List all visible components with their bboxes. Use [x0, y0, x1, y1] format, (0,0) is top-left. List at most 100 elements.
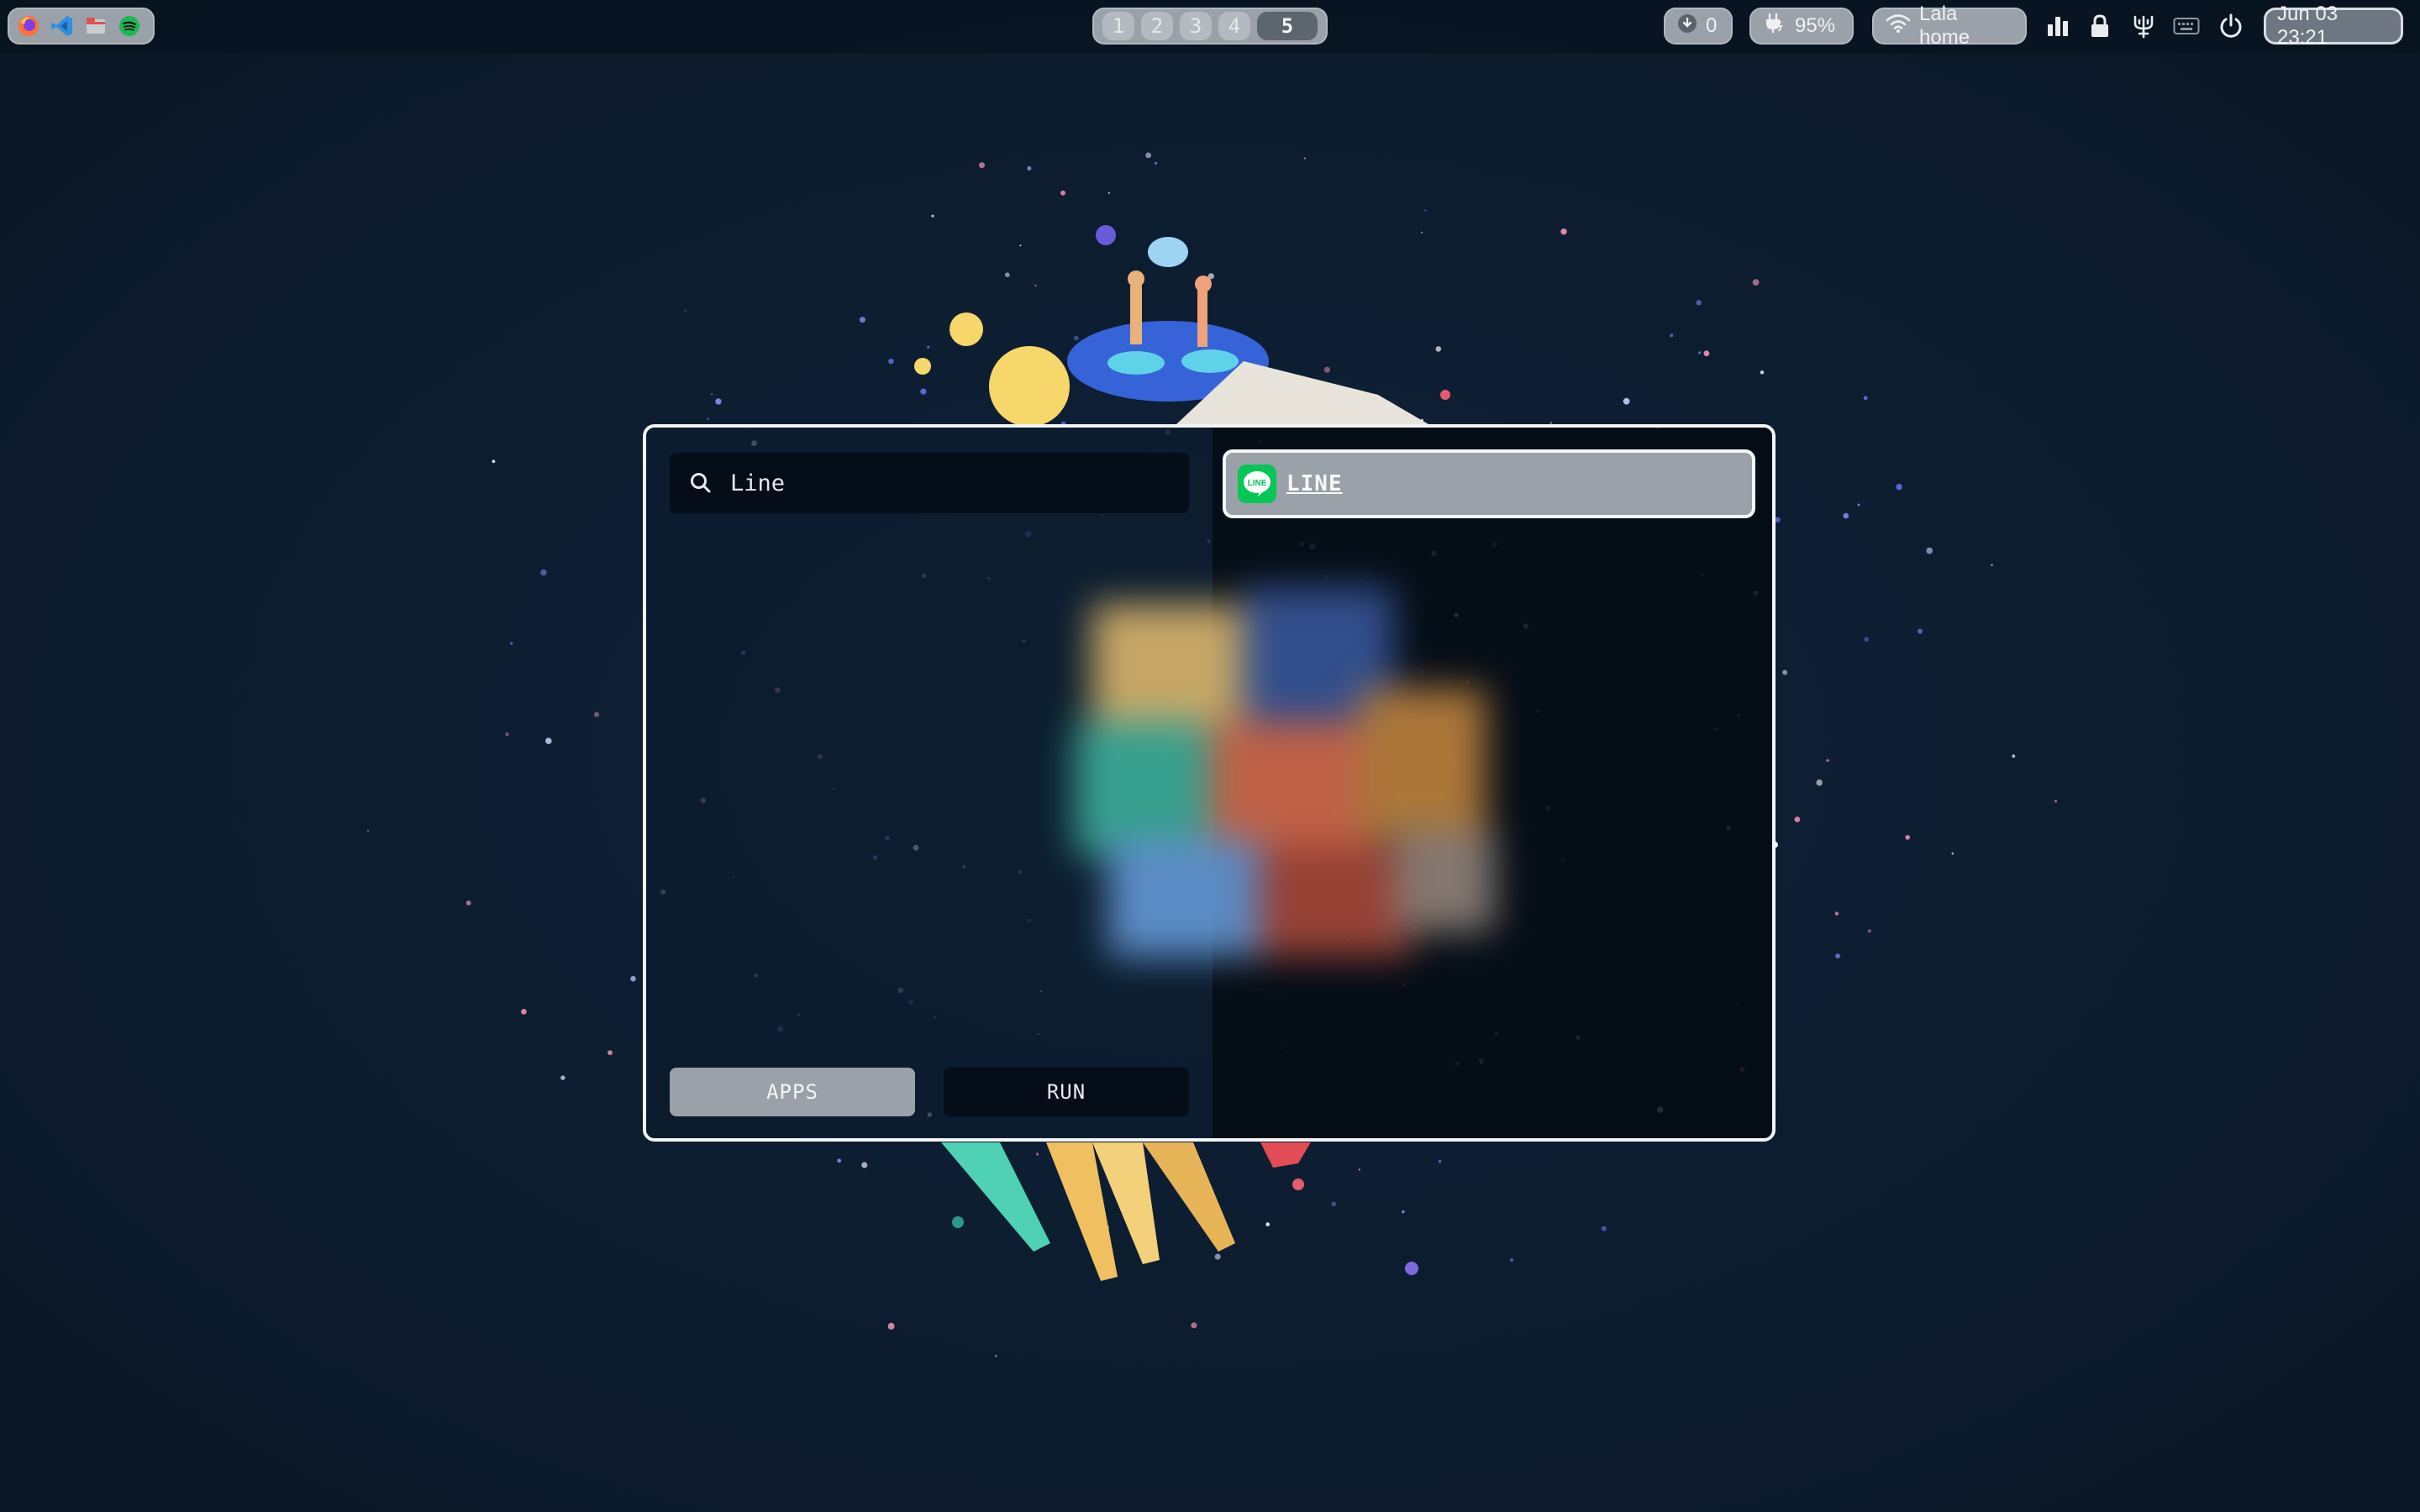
- wallpaper-star: [707, 417, 710, 421]
- pinned-apps-group: [8, 8, 155, 45]
- mode-apps-button[interactable]: APPS: [670, 1068, 915, 1116]
- spotify-icon[interactable]: [117, 13, 142, 39]
- wallpaper-star: [1601, 1226, 1607, 1231]
- workspace-button-5[interactable]: 5: [1257, 12, 1318, 40]
- wallpaper-star: [1698, 351, 1702, 354]
- wallpaper-star: [711, 393, 713, 396]
- wallpaper-star: [1438, 1159, 1442, 1163]
- top-bar: 1 2 3 4 5 0 95% Lala home Jun 03 23:21: [0, 0, 2420, 54]
- vscode-icon[interactable]: [50, 13, 75, 39]
- search-input[interactable]: [730, 470, 1167, 496]
- wallpaper-star: [1034, 284, 1037, 286]
- wallpaper-star: [1214, 1253, 1221, 1260]
- power-icon[interactable]: [2217, 12, 2245, 40]
- bar-chart-icon[interactable]: [2044, 12, 2072, 40]
- wallpaper-star: [466, 900, 471, 906]
- wallpaper-star: [1843, 512, 1849, 519]
- wallpaper-star: [1073, 335, 1079, 341]
- wallpaper-star: [1005, 272, 1010, 278]
- wallpaper-star: [630, 975, 636, 982]
- wallpaper-star: [1835, 953, 1840, 958]
- wallpaper-star: [684, 309, 687, 312]
- wallpaper-star: [1027, 165, 1032, 171]
- wallpaper-star: [1794, 816, 1801, 822]
- wallpaper-star: [2054, 800, 2058, 803]
- wallpaper-star: [1918, 628, 1923, 634]
- wallpaper-star: [1670, 333, 1674, 338]
- wallpaper-star: [1905, 835, 1910, 840]
- wallpaper-star: [1358, 1168, 1361, 1171]
- workspace-button-1[interactable]: 1: [1102, 12, 1134, 40]
- search-bar[interactable]: [670, 453, 1189, 513]
- wallpaper-star: [593, 711, 600, 717]
- mode-run-button[interactable]: RUN: [944, 1068, 1189, 1116]
- wifi-indicator[interactable]: Lala home: [1872, 3, 2027, 49]
- wallpaper-star: [608, 1050, 613, 1056]
- wallpaper-star: [1926, 547, 1933, 554]
- battery-indicator[interactable]: 95%: [1749, 8, 1854, 45]
- wallpaper-star: [1060, 190, 1065, 196]
- app-launcher: LINE LINE APPS RUN: [643, 424, 1776, 1142]
- wallpaper-star: [540, 569, 547, 576]
- workspace-button-2[interactable]: 2: [1141, 12, 1173, 40]
- wallpaper-star: [1864, 637, 1869, 642]
- wallpaper-star: [931, 214, 934, 218]
- search-icon: [691, 473, 711, 493]
- wallpaper-star: [1760, 370, 1765, 375]
- svg-text:LINE: LINE: [1248, 479, 1267, 488]
- wallpaper-star: [1816, 779, 1823, 786]
- wallpaper-star: [1752, 279, 1760, 286]
- wallpaper-star: [1420, 231, 1423, 234]
- wallpaper-star: [861, 1162, 868, 1168]
- wallpaper-star: [1775, 517, 1781, 522]
- wallpaper-star: [1331, 1201, 1336, 1207]
- wallpaper-star: [1696, 300, 1702, 306]
- wallpaper-star: [995, 1355, 997, 1357]
- wallpaper-star: [1826, 759, 1829, 762]
- wallpaper-star: [837, 1158, 841, 1163]
- downloads-indicator[interactable]: 0: [1664, 8, 1733, 45]
- wallpaper-star: [1623, 397, 1630, 405]
- wallpaper-star: [1323, 366, 1330, 373]
- lock-icon[interactable]: [2086, 12, 2114, 40]
- wallpaper-star: [859, 317, 865, 323]
- download-icon: [1677, 13, 1697, 39]
- wallpaper-star: [1857, 503, 1860, 507]
- workspace-switcher: 1 2 3 4 5: [1092, 8, 1328, 45]
- wallpaper-star: [1991, 564, 1993, 566]
- result-item-line[interactable]: LINE LINE: [1223, 449, 1755, 518]
- wallpaper-star: [1019, 244, 1022, 247]
- wallpaper-star: [1402, 1210, 1405, 1214]
- clock-datetime[interactable]: Jun 03 23:21: [2264, 3, 2403, 49]
- trident-icon[interactable]: [2129, 12, 2158, 40]
- wallpaper-star: [560, 1075, 566, 1080]
- wallpaper-star: [979, 162, 985, 169]
- wallpaper-star: [1896, 483, 1902, 491]
- wallpaper-star: [1951, 852, 1954, 855]
- wallpaper-star: [1560, 228, 1567, 235]
- workspace-button-3[interactable]: 3: [1180, 12, 1212, 40]
- wallpaper-star: [366, 830, 370, 832]
- workspace-button-4[interactable]: 4: [1218, 12, 1250, 40]
- battery-charging-icon: [1763, 13, 1786, 40]
- keyboard-icon[interactable]: [2172, 12, 2201, 40]
- wallpaper-star: [492, 459, 496, 464]
- wallpaper-star: [1863, 396, 1868, 401]
- wallpaper-star: [521, 1009, 527, 1015]
- wallpaper-star: [1424, 209, 1427, 212]
- file-manager-icon[interactable]: [83, 13, 108, 39]
- wallpaper-star: [1035, 1152, 1039, 1156]
- battery-percent: 95%: [1795, 14, 1836, 37]
- wallpaper-star: [1703, 350, 1710, 357]
- wallpaper-star: [1782, 669, 1788, 675]
- wallpaper-star: [888, 358, 894, 365]
- wallpaper-star: [715, 398, 722, 405]
- wallpaper-star: [510, 642, 513, 645]
- firefox-icon[interactable]: [16, 13, 41, 39]
- wallpaper-star: [1265, 1222, 1270, 1226]
- results-list: LINE LINE: [1213, 428, 1772, 1138]
- line-app-icon: LINE: [1238, 465, 1276, 503]
- wallpaper-star: [2012, 754, 2016, 759]
- wallpaper-star: [1303, 157, 1307, 160]
- wallpaper-star: [1145, 152, 1151, 159]
